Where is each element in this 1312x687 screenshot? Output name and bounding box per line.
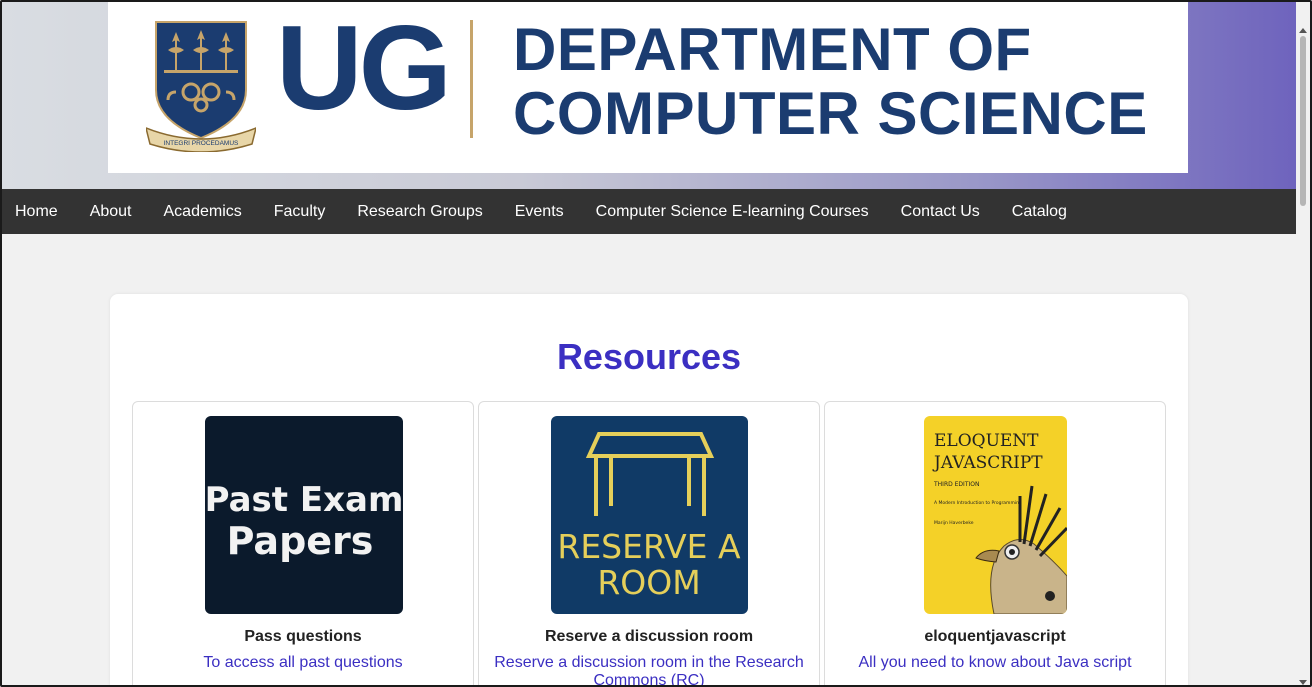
vertical-scrollbar[interactable] — [1296, 2, 1310, 685]
eloquent-javascript-cover-image[interactable]: ELOQUENT JAVASCRIPT THIRD EDITION A Mode… — [924, 416, 1067, 614]
logo-divider — [470, 20, 473, 138]
resources-card: Resources Past Exam Papers Pass question… — [110, 294, 1188, 685]
book-title-line2: JAVASCRIPT — [932, 453, 1043, 473]
reserve-room-link[interactable]: Reserve a discussion room in the Researc… — [489, 654, 809, 685]
resource-tile-eloquent-javascript[interactable]: ELOQUENT JAVASCRIPT THIRD EDITION A Mode… — [824, 401, 1166, 685]
eloquent-javascript-link[interactable]: All you need to know about Java script — [835, 654, 1155, 672]
nav-catalog[interactable]: Catalog — [996, 189, 1083, 234]
header-banner: INTEGRI PROCEDAMUS UG DEPARTMENT OF COMP… — [2, 2, 1298, 189]
nav-elearning-courses[interactable]: Computer Science E-learning Courses — [580, 189, 885, 234]
book-subtitle: A Modern Introduction to Programming — [934, 500, 1022, 506]
scrollbar-thumb[interactable] — [1300, 36, 1306, 206]
past-exam-image-text-1: Past Exam — [205, 480, 403, 520]
past-exam-papers-image[interactable]: Past Exam Papers — [205, 416, 403, 614]
browser-window: INTEGRI PROCEDAMUS UG DEPARTMENT OF COMP… — [0, 0, 1312, 687]
scroll-down-arrow-icon[interactable] — [1299, 680, 1307, 685]
department-title-line1: DEPARTMENT OF — [513, 16, 1032, 83]
main-navbar: Home About Academics Faculty Research Gr… — [2, 189, 1298, 234]
book-author: Marijn Haverbeke — [934, 520, 974, 526]
book-title-line1: ELOQUENT — [934, 431, 1039, 451]
crest-motto: INTEGRI PROCEDAMUS — [164, 140, 239, 147]
ug-logo-text: UG — [276, 1, 452, 135]
resource-tile-past-questions[interactable]: Past Exam Papers Pass questions To acces… — [132, 401, 474, 685]
nav-home[interactable]: Home — [2, 189, 74, 234]
ug-crest-logo: INTEGRI PROCEDAMUS — [146, 21, 256, 152]
tile-heading: eloquentjavascript — [924, 628, 1066, 645]
nav-about[interactable]: About — [74, 189, 148, 234]
reserve-room-image[interactable]: RESERVE A ROOM — [551, 416, 748, 614]
past-exam-image-text-2: Papers — [227, 519, 374, 563]
resource-tile-reserve-room[interactable]: RESERVE A ROOM Reserve a discussion room… — [478, 401, 820, 685]
reserve-image-text-2: ROOM — [597, 563, 700, 602]
nav-contact-us[interactable]: Contact Us — [885, 189, 996, 234]
past-questions-link[interactable]: To access all past questions — [143, 654, 463, 672]
tile-heading: Pass questions — [244, 628, 362, 645]
nav-faculty[interactable]: Faculty — [258, 189, 342, 234]
reserve-image-text-1: RESERVE A — [557, 527, 741, 566]
scroll-up-arrow-icon[interactable] — [1299, 28, 1307, 33]
resources-title: Resources — [556, 336, 742, 377]
nav-academics[interactable]: Academics — [148, 189, 258, 234]
nav-research-groups[interactable]: Research Groups — [341, 189, 498, 234]
department-title-line2: COMPUTER SCIENCE — [513, 80, 1148, 147]
book-edition: THIRD EDITION — [933, 481, 979, 488]
department-logo-banner: INTEGRI PROCEDAMUS UG DEPARTMENT OF COMP… — [108, 2, 1188, 173]
tile-heading: Reserve a discussion room — [544, 628, 754, 645]
nav-events[interactable]: Events — [499, 189, 580, 234]
